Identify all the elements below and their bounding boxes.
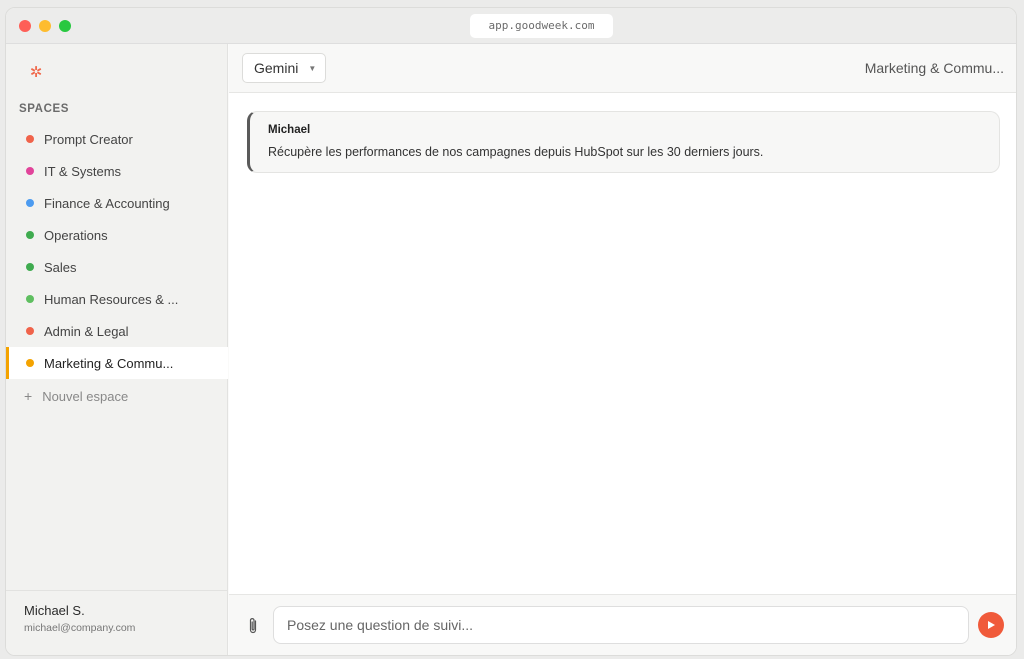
sidebar-item-admin-legal[interactable]: Admin & Legal <box>6 315 228 347</box>
sidebar-item-operations[interactable]: Operations <box>6 219 228 251</box>
paperclip-icon[interactable] <box>246 616 260 636</box>
sidebar-item-prompt-creator[interactable]: Prompt Creator <box>6 123 228 155</box>
sidebar-item-label: Admin & Legal <box>44 323 129 339</box>
main-panel: Gemini ▼ Marketing & Commu... Michael Ré… <box>229 44 1016 655</box>
close-window-button[interactable] <box>19 20 31 32</box>
spaces-list: Prompt Creator IT & Systems Finance & Ac… <box>6 123 228 379</box>
sidebar-item-sales[interactable]: Sales <box>6 251 228 283</box>
play-send-icon <box>988 621 995 629</box>
send-button[interactable] <box>978 612 1004 638</box>
space-color-dot <box>26 167 34 175</box>
sidebar-item-label: Sales <box>44 259 77 275</box>
app-window: app.goodweek.com ✲ SPACES Prompt Creator… <box>5 7 1017 656</box>
maximize-window-button[interactable] <box>59 20 71 32</box>
model-select-value: Gemini <box>254 60 299 76</box>
main-header: Gemini ▼ Marketing & Commu... <box>229 44 1016 93</box>
space-color-dot <box>26 135 34 143</box>
space-color-dot <box>26 327 34 335</box>
sidebar-item-label: Human Resources & ... <box>44 291 179 307</box>
sun-gear-icon[interactable]: ✲ <box>27 64 45 82</box>
space-color-dot <box>26 295 34 303</box>
minimize-window-button[interactable] <box>39 20 51 32</box>
sidebar-item-label: Operations <box>44 227 108 243</box>
current-space-title: Marketing & Commu... <box>864 60 1004 76</box>
sidebar-item-label: IT & Systems <box>44 163 122 179</box>
browser-titlebar: app.goodweek.com <box>6 8 1016 44</box>
space-color-dot <box>26 263 34 271</box>
user-profile[interactable]: Michael S. michael@company.com <box>6 590 228 655</box>
sidebar-item-marketing-communication[interactable]: Marketing & Commu... <box>6 347 228 379</box>
sidebar-item-label: Finance & Accounting <box>44 195 170 211</box>
sidebar-item-label: Marketing & Commu... <box>44 355 174 371</box>
user-email: michael@company.com <box>24 622 136 634</box>
plus-icon: + <box>24 388 33 404</box>
spaces-heading: SPACES <box>19 103 70 115</box>
sidebar: ✲ SPACES Prompt Creator IT & Systems Fin… <box>6 44 228 655</box>
message-text: Récupère les performances de nos campagn… <box>268 145 764 159</box>
sidebar-item-it-systems[interactable]: IT & Systems <box>6 155 228 187</box>
chevron-down-icon: ▼ <box>308 63 317 73</box>
message-author: Michael <box>268 124 311 136</box>
user-name: Michael S. <box>24 603 85 618</box>
model-select[interactable]: Gemini ▼ <box>242 53 326 83</box>
sidebar-item-human-resources[interactable]: Human Resources & ... <box>6 283 228 315</box>
sidebar-item-finance-accounting[interactable]: Finance & Accounting <box>6 187 228 219</box>
new-space-label: Nouvel espace <box>42 388 129 404</box>
new-space-button[interactable]: + Nouvel espace <box>24 386 128 406</box>
user-message: Michael Récupère les performances de nos… <box>247 111 1000 173</box>
sidebar-item-label: Prompt Creator <box>44 131 133 147</box>
composer <box>229 594 1016 655</box>
space-color-dot <box>26 359 34 367</box>
address-bar[interactable]: app.goodweek.com <box>470 14 613 38</box>
space-color-dot <box>26 199 34 207</box>
space-color-dot <box>26 231 34 239</box>
follow-up-input[interactable] <box>273 606 969 644</box>
